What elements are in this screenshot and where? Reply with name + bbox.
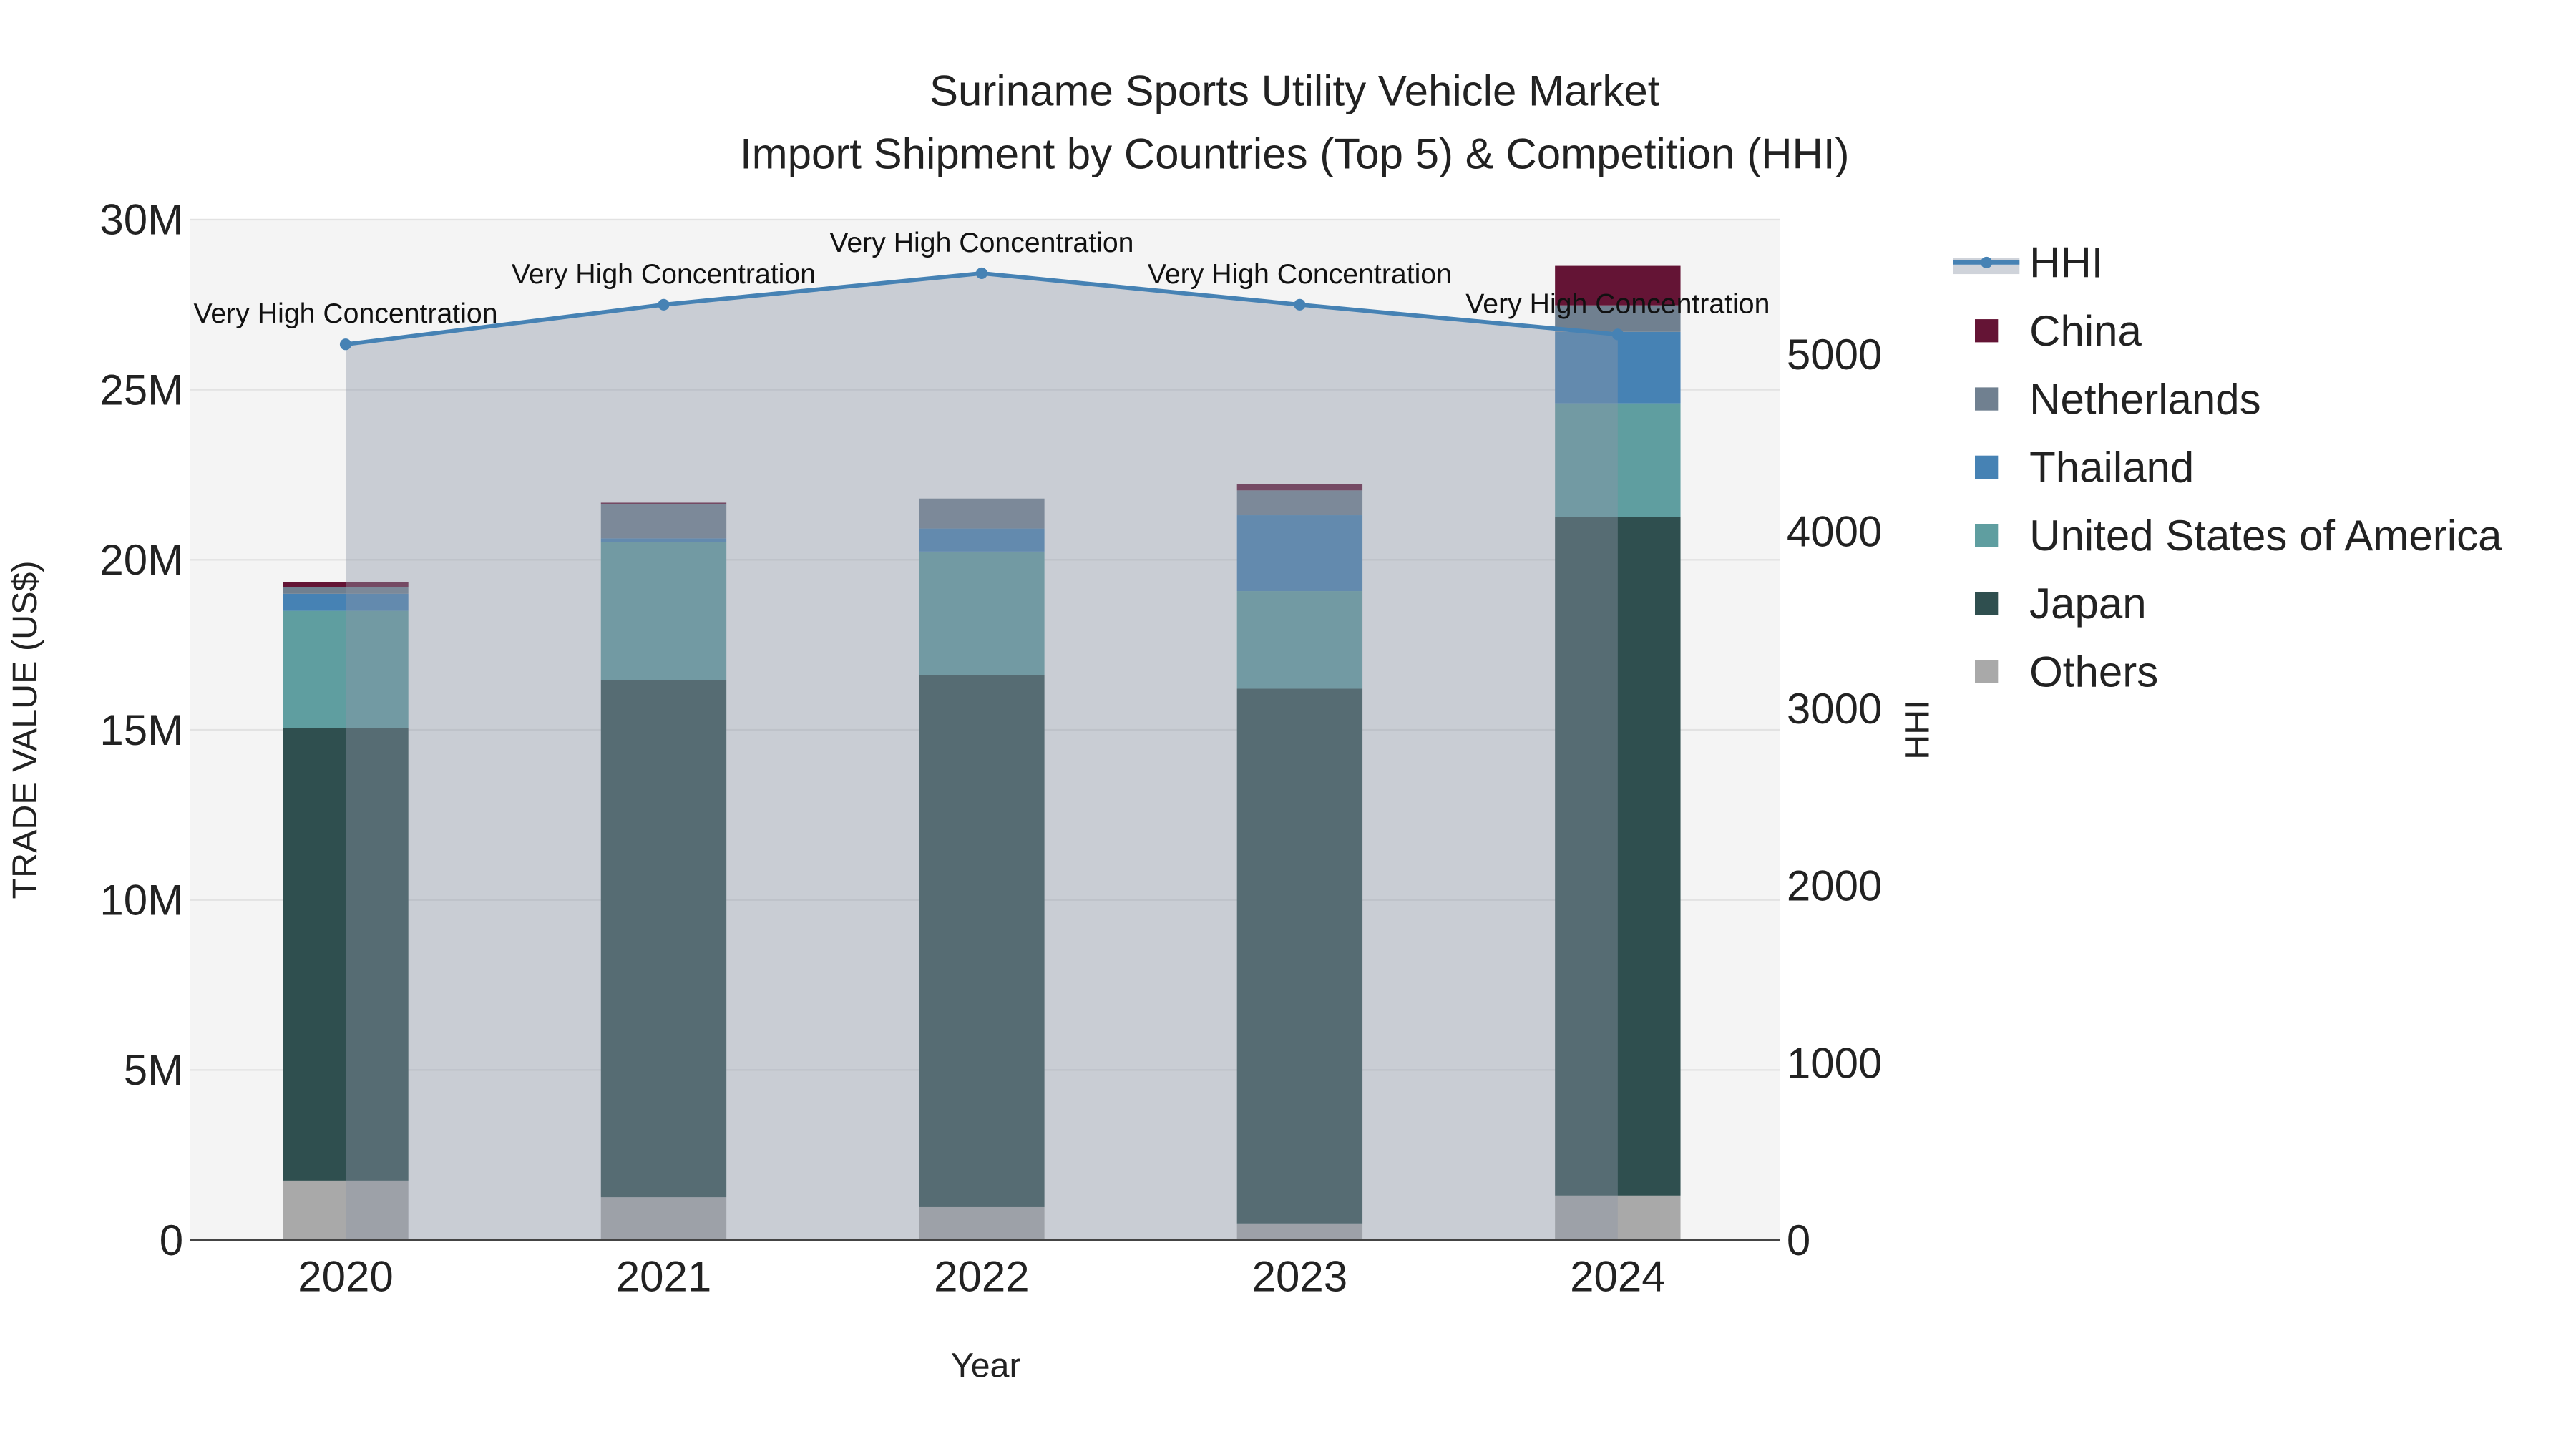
legend-swatch-others: [1975, 660, 1999, 683]
chart-title-line1: Suriname Sports Utility Vehicle Market: [930, 67, 1660, 115]
hhi-annotation: Very High Concentration: [1465, 288, 1770, 319]
y-tick-label: 10M: [99, 876, 183, 924]
y-axis-title: TRADE VALUE (US$): [6, 561, 44, 899]
y2-tick-label: 4000: [1787, 507, 1882, 555]
y-tick-label: 5M: [124, 1046, 183, 1094]
y2-tick-label: 0: [1787, 1216, 1810, 1264]
legend-label: China: [2029, 307, 2142, 355]
y-tick-label: 25M: [99, 366, 183, 414]
hhi-annotation: Very High Concentration: [829, 227, 1133, 258]
legend-swatch-japan: [1975, 592, 1999, 615]
hhi-marker: [1611, 328, 1624, 341]
y2-tick-label: 3000: [1787, 685, 1882, 733]
y-tick-label: 15M: [99, 706, 183, 754]
legend-marker-hhi: [1981, 256, 1993, 268]
legend-label: Netherlands: [2029, 375, 2261, 423]
x-tick-label: 2020: [298, 1253, 393, 1301]
x-tick-label: 2023: [1252, 1253, 1347, 1301]
y-tick-label: 20M: [99, 536, 183, 584]
x-tick-label: 2022: [934, 1253, 1029, 1301]
legend-label: HHI: [2029, 239, 2103, 287]
y2-tick-label: 2000: [1787, 862, 1882, 910]
legend-swatch-netherlands: [1975, 387, 1999, 411]
hhi-annotation: Very High Concentration: [512, 258, 816, 290]
chart: Very High Concentration Very High Concent…: [6, 67, 2502, 1385]
legend-label: Thailand: [2029, 444, 2194, 492]
legend-label: United States of America: [2029, 512, 2502, 560]
hhi-marker: [975, 267, 987, 280]
hhi-annotation: Very High Concentration: [1148, 258, 1452, 290]
legend-label: Others: [2029, 648, 2158, 696]
y2-axis-title: HHI: [1898, 700, 1936, 759]
x-tick-label: 2021: [616, 1253, 711, 1301]
legend-label: Japan: [2029, 580, 2146, 628]
hhi-marker: [339, 338, 352, 351]
hhi-marker: [1294, 298, 1306, 311]
legend-swatch-china: [1975, 319, 1999, 343]
y-tick-label: 30M: [99, 196, 183, 244]
y2-tick-label: 5000: [1787, 331, 1882, 379]
y-tick-label: 0: [160, 1216, 183, 1264]
hhi-area: [346, 273, 1618, 1241]
legend-swatch-united-states-of-america: [1975, 524, 1999, 547]
hhi-annotation: Very High Concentration: [193, 298, 497, 329]
chart-title-line2: Import Shipment by Countries (Top 5) & C…: [740, 130, 1850, 177]
hhi-marker: [658, 298, 670, 311]
x-tick-label: 2024: [1570, 1253, 1665, 1301]
y2-tick-label: 1000: [1787, 1039, 1882, 1087]
x-axis-title: Year: [951, 1347, 1021, 1385]
legend-swatch-thailand: [1975, 455, 1999, 479]
